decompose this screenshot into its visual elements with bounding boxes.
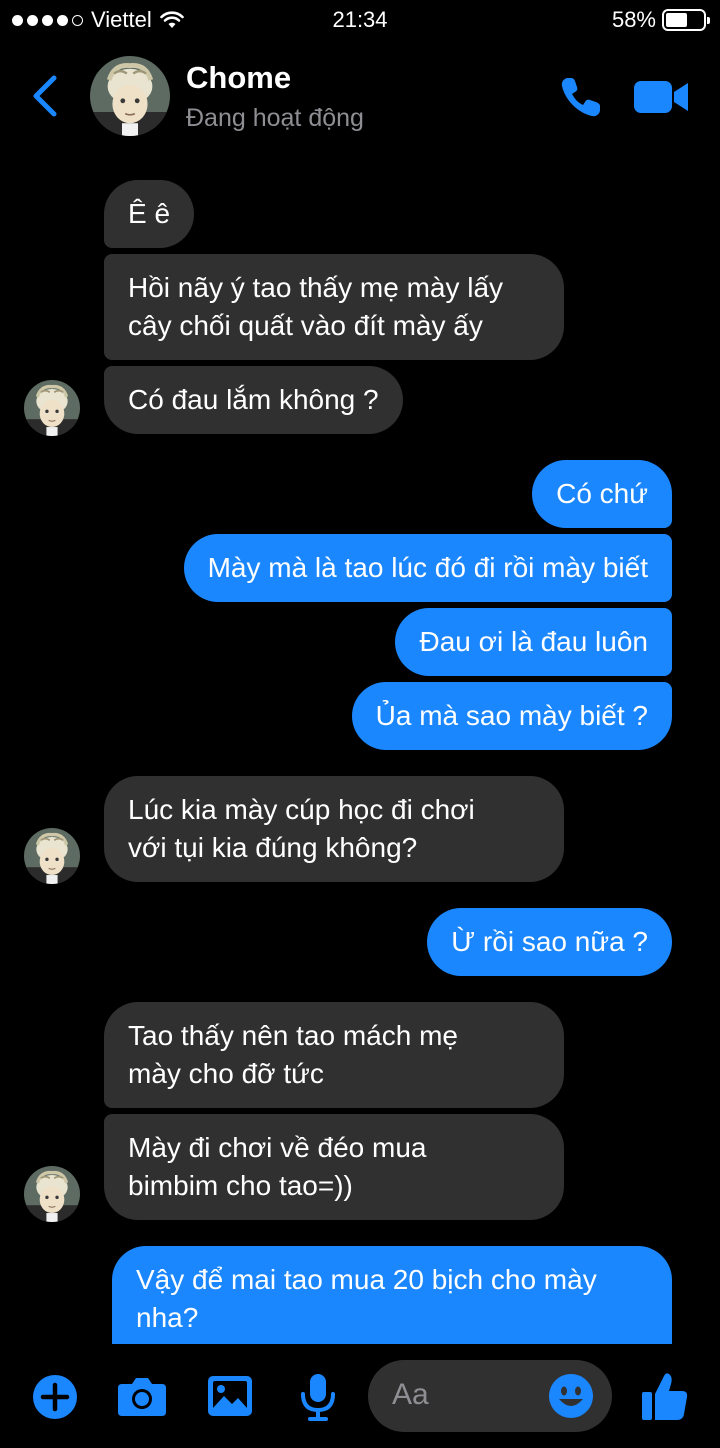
message-line: mày cho đỡ tức xyxy=(128,1058,324,1089)
message-line: Vậy để mai tao mua 20 bịch cho mày xyxy=(136,1264,597,1295)
contact-avatar[interactable] xyxy=(90,56,170,136)
contact-name[interactable]: Chome xyxy=(186,60,291,96)
chevron-left-icon[interactable] xyxy=(28,74,64,118)
incoming-message[interactable]: Mày đi chơi về đéo mua bimbim cho tao=)) xyxy=(104,1114,564,1220)
message-line: bimbim cho tao=)) xyxy=(128,1170,353,1201)
incoming-message[interactable]: Lúc kia mày cúp học đi chơi với tụi kia … xyxy=(104,776,564,882)
status-bar: Viettel 21:34 58% xyxy=(0,0,720,42)
message-line: với tụi kia đúng không? xyxy=(128,832,418,863)
incoming-message[interactable]: Hồi nãy ý tao thấy mẹ mày lấy cây chối q… xyxy=(104,254,564,360)
message-line: Đau ơi là đau luôn xyxy=(419,626,648,657)
message-line: nha? xyxy=(136,1302,199,1333)
incoming-message[interactable]: Tao thấy nên tao mách mẹ mày cho đỡ tức xyxy=(104,1002,564,1108)
camera-icon[interactable] xyxy=(116,1374,168,1418)
video-camera-icon[interactable] xyxy=(632,78,690,116)
message-line: Mày đi chơi về đéo mua xyxy=(128,1132,427,1163)
message-line: Có đau lắm không ? xyxy=(128,384,379,415)
outgoing-message[interactable]: Ủa mà sao mày biết ? xyxy=(351,682,672,750)
chat-header: Chome Đang hoạt động xyxy=(0,52,720,142)
battery-percent: 58% xyxy=(611,7,656,32)
battery-level xyxy=(666,13,687,27)
message-line: Lúc kia mày cúp học đi chơi xyxy=(128,794,475,825)
message-line: Có chứ xyxy=(556,478,648,509)
image-icon[interactable] xyxy=(206,1374,254,1418)
contact-avatar-small[interactable] xyxy=(24,1166,80,1222)
battery-group: 58% xyxy=(611,7,710,33)
outgoing-message[interactable]: Vậy để mai tao mua 20 bịch cho mày nha? xyxy=(112,1246,672,1344)
message-line: Tao thấy nên tao mách mẹ xyxy=(128,1020,458,1051)
phone-icon[interactable] xyxy=(558,74,604,120)
message-line: Hồi nãy ý tao thấy mẹ mày lấy xyxy=(128,272,504,303)
outgoing-message[interactable]: Có chứ xyxy=(532,460,672,528)
message-input[interactable]: Aa xyxy=(368,1360,612,1432)
battery-icon xyxy=(662,9,710,31)
message-input-placeholder: Aa xyxy=(392,1378,429,1411)
outgoing-message[interactable]: Mày mà là tao lúc đó đi rồi mày biết xyxy=(183,534,672,602)
contact-status: Đang hoạt động xyxy=(186,104,364,132)
contact-avatar-small[interactable] xyxy=(24,380,80,436)
message-line: Ê ê xyxy=(128,198,171,229)
incoming-message[interactable]: Ê ê xyxy=(104,180,195,248)
thumbs-up-icon[interactable] xyxy=(640,1370,690,1422)
message-line: Mày mà là tao lúc đó đi rồi mày biết xyxy=(207,552,648,583)
incoming-message[interactable]: Có đau lắm không ? xyxy=(104,366,403,434)
smiley-icon[interactable] xyxy=(548,1373,594,1419)
outgoing-message[interactable]: Ừ rồi sao nữa ? xyxy=(427,908,672,976)
plus-circle-icon[interactable] xyxy=(32,1374,78,1420)
message-line: Ủa mà sao mày biết ? xyxy=(375,700,648,731)
contact-avatar-small[interactable] xyxy=(24,828,80,884)
microphone-icon[interactable] xyxy=(298,1372,338,1422)
message-line: Ừ rồi sao nữa ? xyxy=(451,926,648,957)
composer-bar: Aa xyxy=(0,1344,720,1448)
message-line: cây chối quất vào đít mày ấy xyxy=(128,310,483,341)
outgoing-message[interactable]: Đau ơi là đau luôn xyxy=(395,608,672,676)
